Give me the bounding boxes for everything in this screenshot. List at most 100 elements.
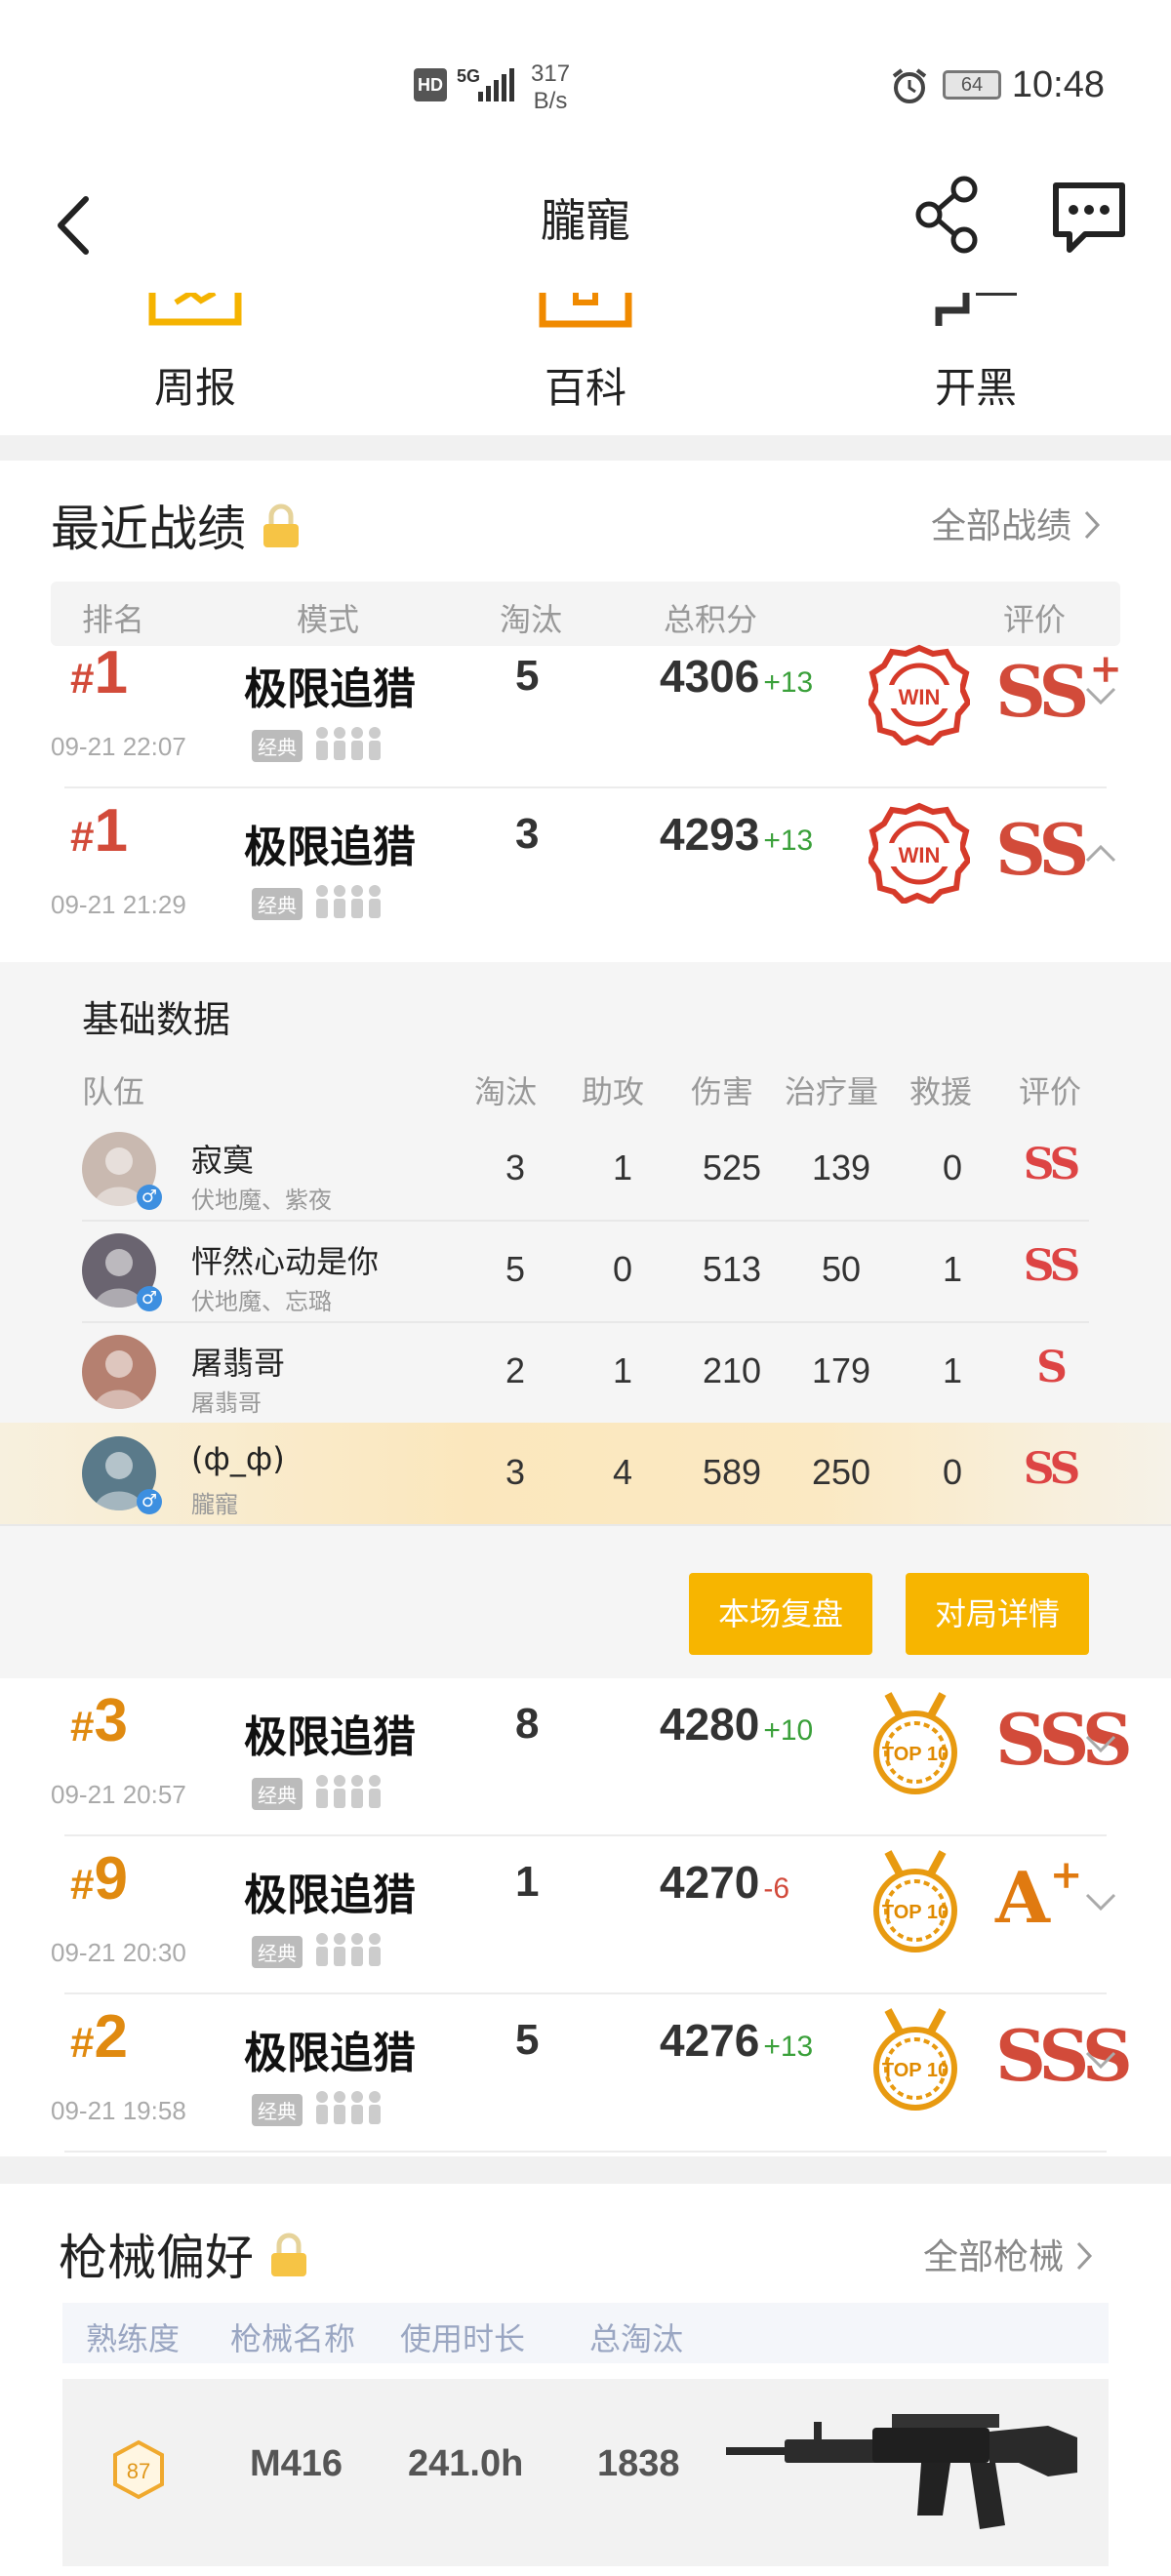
shortcut-label: 周报 bbox=[153, 364, 236, 412]
stat-rescue: 0 bbox=[942, 1452, 963, 1492]
score: 4293 +13 bbox=[660, 808, 813, 861]
match-row[interactable]: #1 09-21 21:29 极限追猎 经典 3 4293 +13 WIN SS bbox=[0, 788, 1171, 946]
kills: 5 bbox=[515, 2016, 540, 2064]
score: 4280 +10 bbox=[660, 1698, 813, 1751]
player-row[interactable]: ♂ 怦然心动是你 伏地魔、忘璐 5 0 513 50 1 SS bbox=[82, 1220, 1089, 1323]
win-badge-icon: WIN bbox=[868, 644, 970, 745]
battery-indicator: 64 bbox=[943, 70, 1001, 100]
match-details-button[interactable]: 对局详情 bbox=[906, 1573, 1089, 1655]
stat-rescue: 1 bbox=[942, 1350, 963, 1390]
mode: 极限追猎 bbox=[244, 823, 416, 872]
shortcut-weekly[interactable]: 周报 bbox=[98, 289, 293, 415]
score-delta: -6 bbox=[763, 1872, 790, 1905]
signal-icon bbox=[478, 68, 514, 101]
stat-rescue: 0 bbox=[942, 1147, 963, 1187]
chevron-up-icon[interactable] bbox=[1083, 837, 1118, 870]
match-row[interactable]: #3 09-21 20:57 极限追猎 经典 8 4280 +10 TOP 10 … bbox=[0, 1678, 1171, 1836]
player-row[interactable]: 屠翡哥 屠翡哥 2 1 210 179 1 S bbox=[82, 1321, 1089, 1425]
clock: 10:48 bbox=[1011, 64, 1105, 105]
col-total-kills: 总淘汰 bbox=[589, 2320, 684, 2357]
proficiency-level: 87 bbox=[127, 2459, 150, 2483]
avatar[interactable] bbox=[82, 1335, 156, 1409]
shortcut-wiki[interactable]: 百科 bbox=[488, 293, 683, 415]
rank-value: 1 bbox=[94, 797, 128, 865]
match-row[interactable]: #1 09-21 22:07 极限追猎 经典 5 4306 +13 WIN SS + bbox=[0, 630, 1171, 788]
rank-value: 1 bbox=[94, 639, 128, 706]
score: 4276 +13 bbox=[660, 2014, 813, 2067]
win-badge-icon: WIN bbox=[868, 802, 970, 904]
player-row[interactable]: ♂ (ф_ф) 朧寵 3 4 589 250 0 SS bbox=[0, 1423, 1171, 1526]
recent-title-text: 最近战绩 bbox=[51, 501, 246, 557]
score-value: 4280 bbox=[660, 1699, 760, 1750]
player-name: 屠翡哥 bbox=[191, 1345, 286, 1382]
rating-plus: + bbox=[1049, 1852, 1083, 1898]
player-nick: 伏地魔、忘璐 bbox=[191, 1288, 332, 1315]
male-icon: ♂ bbox=[137, 1185, 162, 1210]
net-speed: 317 B/s bbox=[531, 60, 570, 115]
male-icon: ♂ bbox=[137, 1286, 162, 1311]
mode-tag: 经典 bbox=[252, 888, 303, 920]
player-nick: 屠翡哥 bbox=[191, 1389, 262, 1417]
detail-title: 基础数据 bbox=[82, 998, 231, 1041]
col-usage-time: 使用时长 bbox=[400, 2320, 526, 2357]
share-icon[interactable] bbox=[913, 176, 982, 254]
alarm-icon bbox=[892, 68, 927, 103]
rank: #9 bbox=[70, 1845, 128, 1912]
rating-value: SS bbox=[995, 808, 1089, 891]
stat-assists: 4 bbox=[612, 1452, 633, 1492]
stat-assists: 0 bbox=[612, 1249, 633, 1289]
shortcut-label: 开黑 bbox=[934, 364, 1017, 412]
player-name: (ф_ф) bbox=[191, 1440, 285, 1477]
kills: 1 bbox=[515, 1858, 540, 1906]
match-time: 09-21 21:29 bbox=[51, 890, 186, 919]
chevron-down-icon[interactable] bbox=[1083, 679, 1118, 712]
chevron-down-icon[interactable] bbox=[1083, 2043, 1118, 2076]
stat-damage: 210 bbox=[702, 1350, 762, 1390]
player-row[interactable]: ♂ 寂寞 伏地魔、紫夜 3 1 525 139 0 SS bbox=[82, 1118, 1089, 1222]
rifle-icon bbox=[726, 2414, 1077, 2529]
player-name: 怦然心动是你 bbox=[191, 1243, 380, 1280]
badge-text: TOP 10 bbox=[882, 1744, 949, 1765]
player-rating: SS bbox=[1023, 1140, 1081, 1189]
chevron-down-icon[interactable] bbox=[1083, 1885, 1118, 1918]
mode-tag: 经典 bbox=[252, 730, 303, 762]
replay-button[interactable]: 本场复盘 bbox=[689, 1573, 872, 1655]
badge-text: TOP 10 bbox=[882, 2060, 949, 2081]
weapon-name: M416 bbox=[250, 2443, 343, 2484]
rating: SS bbox=[995, 808, 1089, 891]
squad-icon bbox=[316, 2091, 381, 2124]
all-matches-link[interactable]: 全部战绩 bbox=[931, 498, 1102, 548]
match-row[interactable]: #2 09-21 19:58 极限追猎 经典 5 4276 +13 TOP 10 … bbox=[0, 1994, 1171, 2153]
chevron-down-icon[interactable] bbox=[1083, 1727, 1118, 1760]
match-row[interactable]: #9 09-21 20:30 极限追猎 经典 1 4270 -6 TOP 10 A… bbox=[0, 1836, 1171, 1994]
match-time: 09-21 20:30 bbox=[51, 1938, 186, 1967]
mode: 极限追猎 bbox=[244, 664, 416, 714]
match-time: 09-21 19:58 bbox=[51, 2096, 186, 2125]
stat-heal: 139 bbox=[811, 1147, 871, 1187]
stat-heal: 179 bbox=[811, 1350, 871, 1390]
weapon-row[interactable]: 87 M416 241.0h 1838 bbox=[62, 2379, 1109, 2566]
lock-icon bbox=[262, 503, 299, 547]
stat-kills: 5 bbox=[505, 1249, 526, 1289]
col-weapon-name: 枪械名称 bbox=[230, 2320, 356, 2357]
mode-tag: 经典 bbox=[252, 1936, 303, 1968]
net-speed-value: 317 bbox=[531, 60, 571, 87]
male-icon: ♂ bbox=[137, 1489, 162, 1514]
stat-heal: 50 bbox=[821, 1249, 862, 1289]
section-divider bbox=[0, 435, 1171, 461]
badge-text: TOP 10 bbox=[882, 1902, 949, 1923]
avatar-image bbox=[94, 1350, 144, 1409]
match-time: 09-21 22:07 bbox=[51, 732, 186, 761]
top10-badge-icon: TOP 10 bbox=[873, 1850, 957, 1952]
shortcut-team[interactable]: 开黑 bbox=[878, 290, 1073, 415]
message-icon[interactable] bbox=[1050, 180, 1128, 258]
recent-title: 最近战绩 bbox=[51, 490, 301, 560]
team-up-icon bbox=[935, 290, 1017, 326]
page-title: 朧寵 bbox=[541, 194, 630, 247]
score-delta: +13 bbox=[763, 825, 814, 857]
all-weapons-link[interactable]: 全部枪械 bbox=[923, 2229, 1094, 2279]
chevron-right-icon bbox=[1085, 510, 1101, 540]
weapon-kills: 1838 bbox=[597, 2443, 680, 2484]
mode: 极限追猎 bbox=[244, 1871, 416, 1920]
match-detail-panel: 基础数据 队伍 淘汰 助攻 伤害 治疗量 救援 评价 ♂ 寂寞 伏地魔、紫夜 3… bbox=[0, 962, 1171, 1678]
